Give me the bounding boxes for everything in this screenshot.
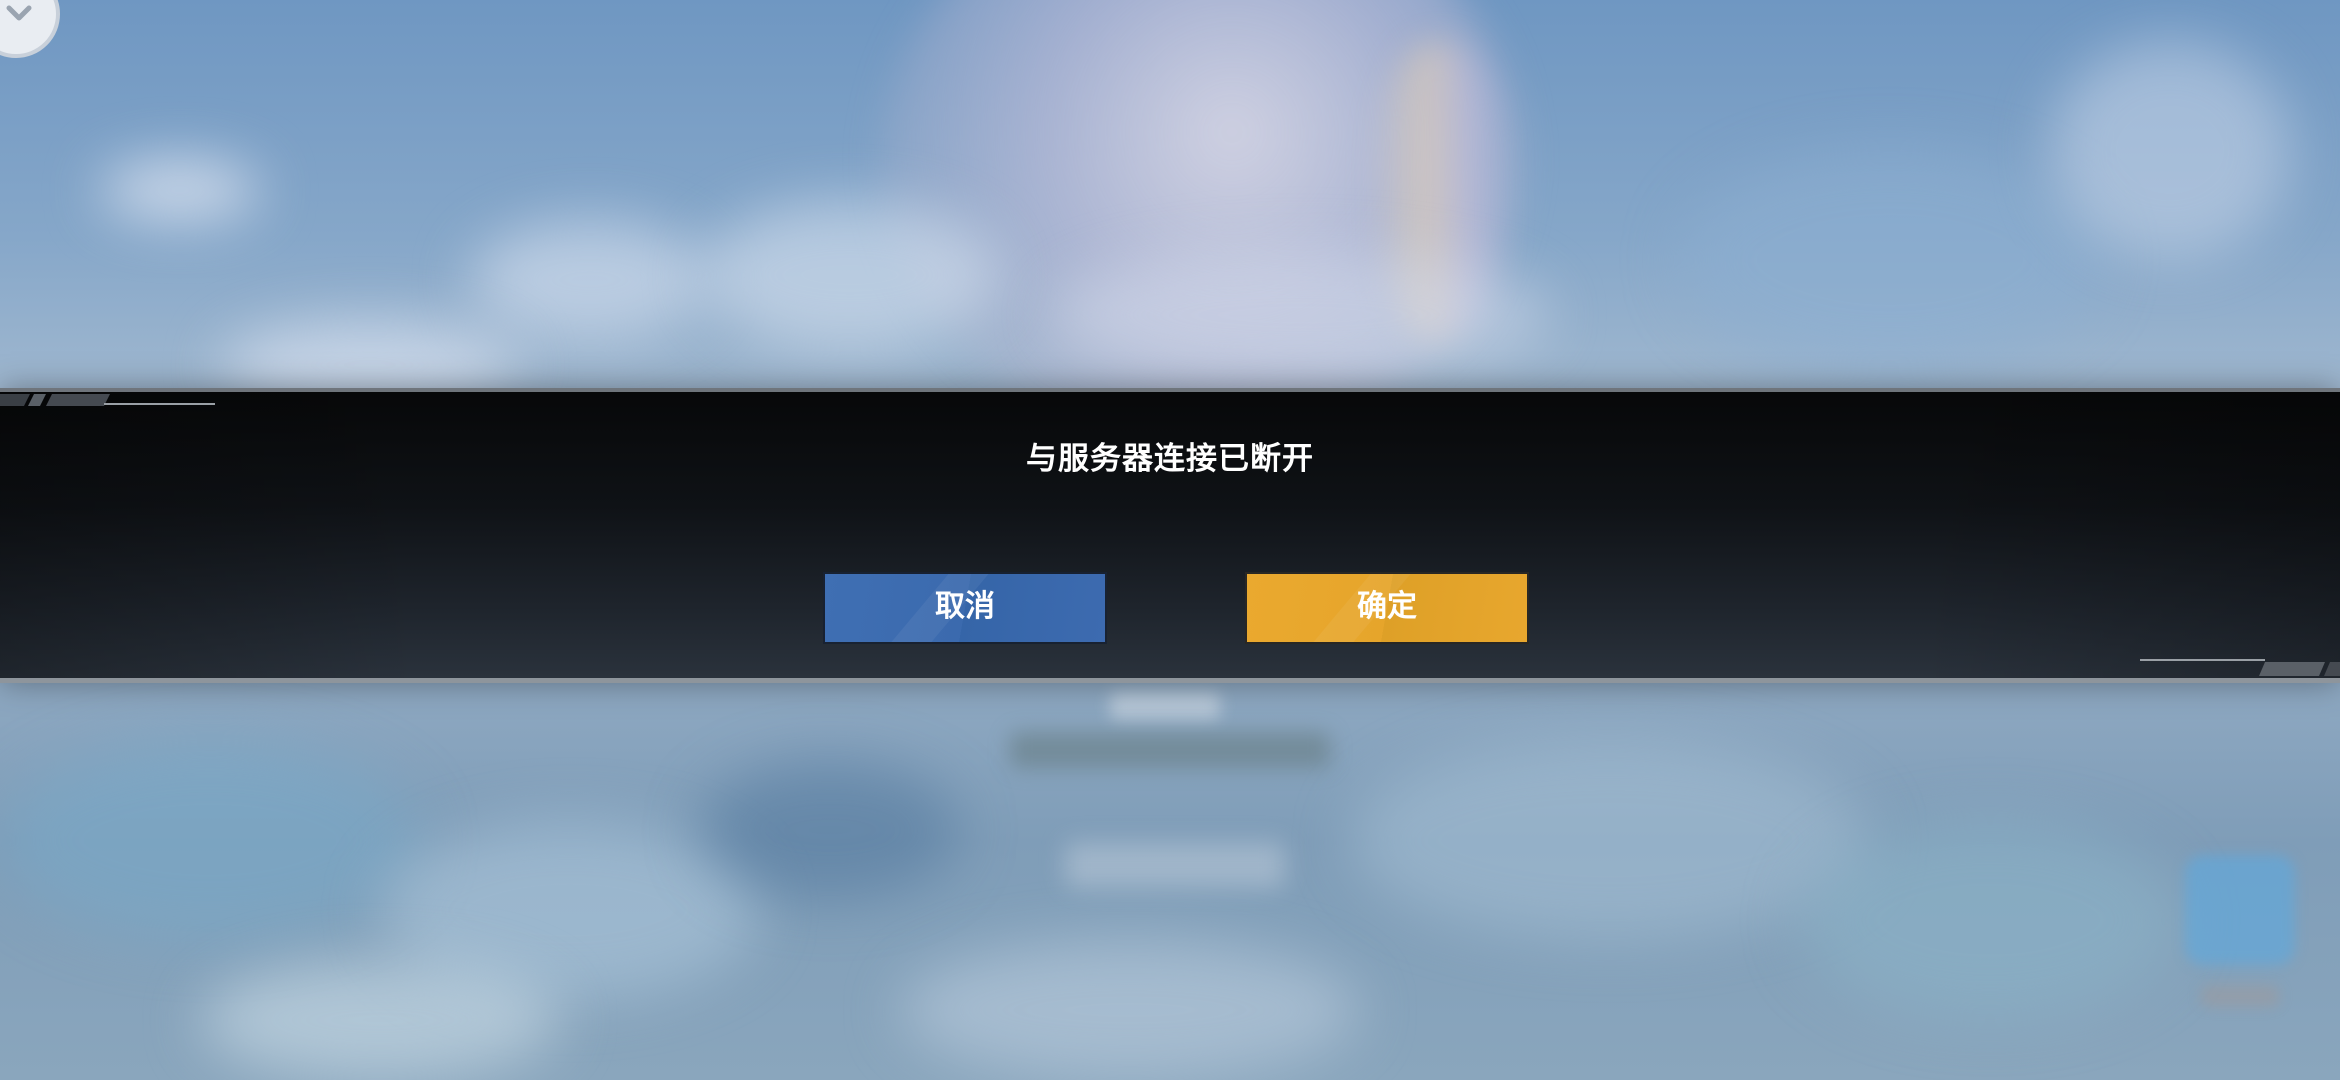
obscured-bar [1010, 732, 1330, 768]
dialog-corner-decoration [2140, 659, 2340, 676]
background-cloud [0, 740, 420, 940]
corner-button[interactable] [0, 0, 60, 58]
background-cloud [1800, 820, 2180, 1020]
background-cloud [700, 200, 1000, 350]
confirm-button[interactable]: 确定 [1245, 572, 1529, 644]
background-cloud [1050, 250, 1550, 380]
background-cloud [2050, 40, 2290, 260]
background-cloud [200, 960, 560, 1080]
cancel-button-label: 取消 [935, 589, 995, 624]
side-widget-label [2200, 985, 2280, 1007]
chevron-down-icon [6, 5, 32, 21]
confirm-button-label: 确定 [1357, 589, 1417, 624]
obscured-label [1110, 692, 1220, 720]
dialog-corner-decoration [0, 394, 215, 406]
game-screen: 与服务器连接已断开 取消 确定 [0, 0, 2340, 1080]
side-widget-icon [2185, 855, 2295, 965]
background-cloud [900, 940, 1360, 1080]
background-cloud [100, 160, 260, 220]
dialog-message: 与服务器连接已断开 [1026, 441, 1314, 477]
obscured-buttons [1065, 842, 1285, 888]
background-cloud [470, 220, 710, 340]
cancel-button[interactable]: 取消 [823, 572, 1107, 644]
background-cloud [1680, 150, 2100, 370]
background-cloud [700, 760, 960, 900]
background-cloud [1350, 740, 1870, 940]
